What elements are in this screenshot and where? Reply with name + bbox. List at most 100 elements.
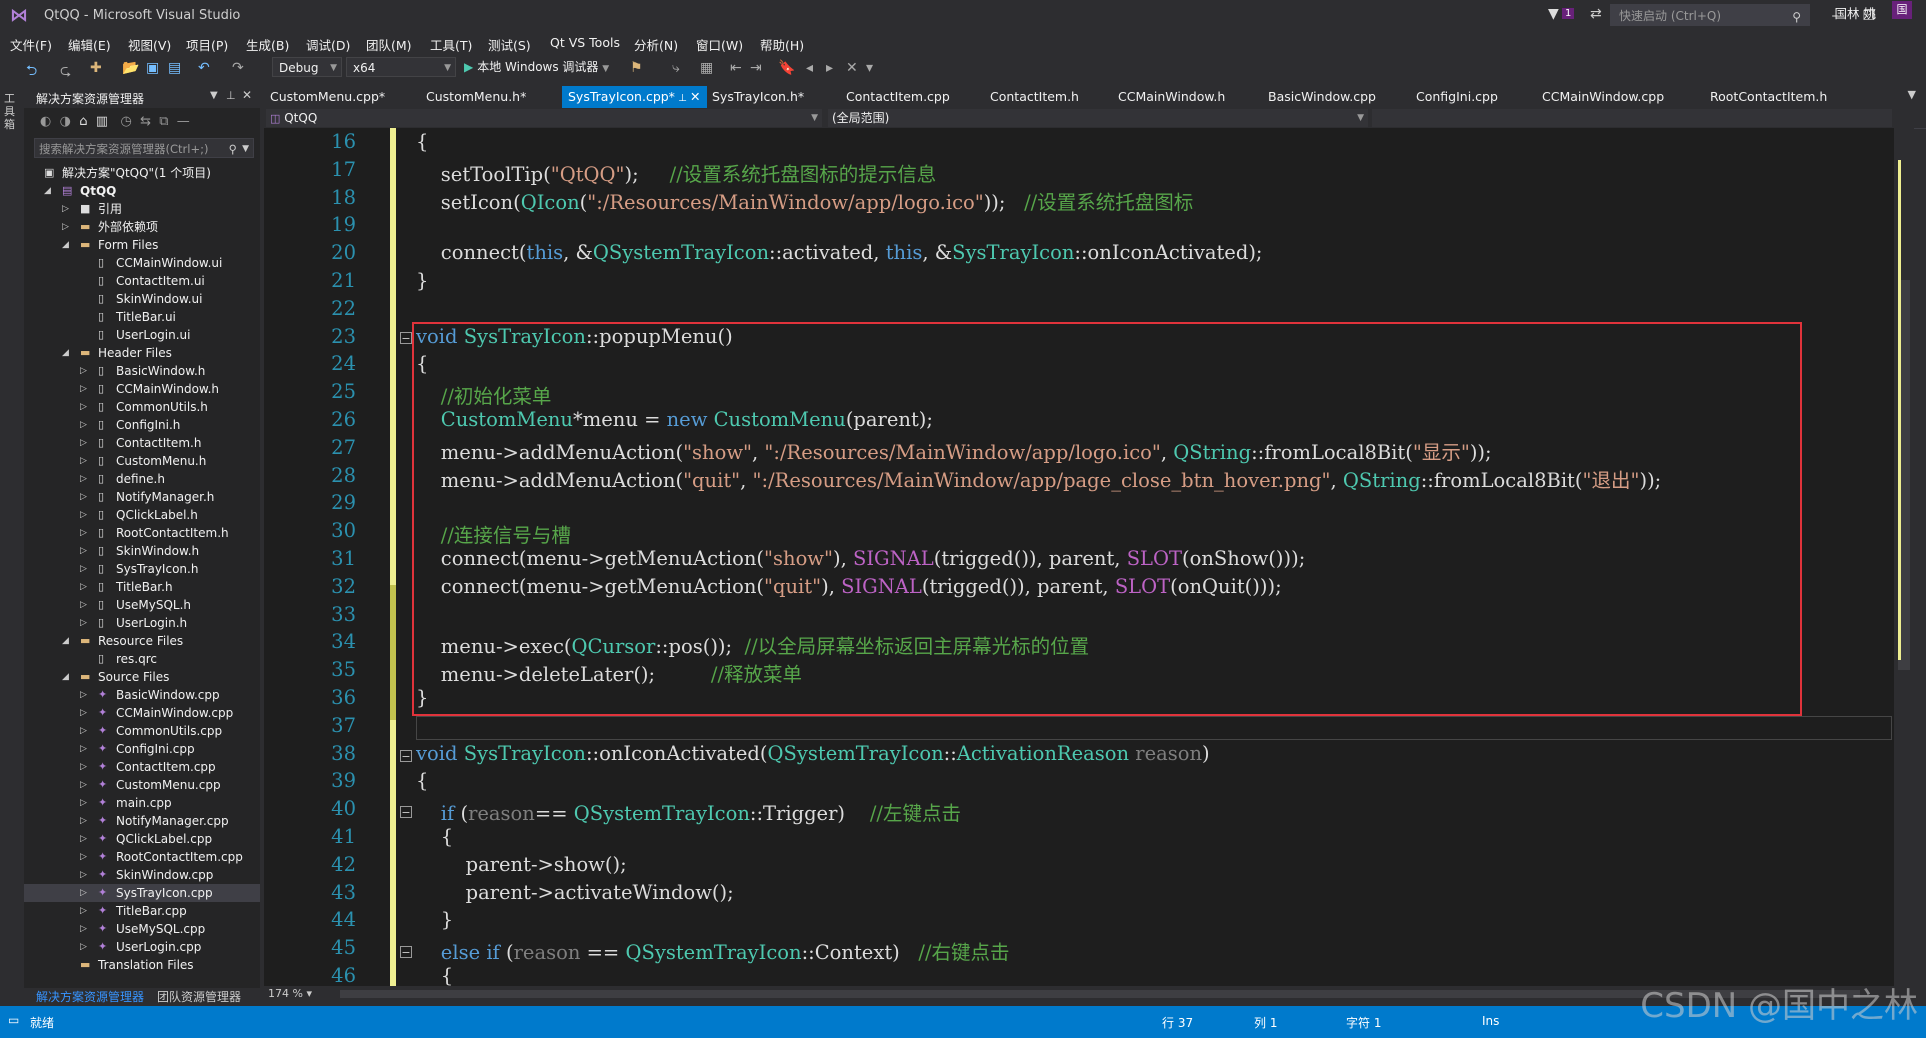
menu-item[interactable]: 测试(S) (488, 35, 531, 54)
feedback-icon[interactable]: ⇄ (1590, 6, 1602, 22)
save-all-icon[interactable]: ▤ (168, 60, 181, 76)
expand-arrow-icon[interactable]: ▷ (80, 560, 87, 578)
tree-item[interactable]: ▯ CCMainWindow.ui (24, 254, 260, 272)
expand-arrow-icon[interactable]: ▷ (80, 902, 87, 920)
expand-arrow-icon[interactable]: ▷ (62, 200, 69, 218)
toolbar-options-icon[interactable]: ▾ (866, 60, 873, 76)
tree-item[interactable]: ▷ ▯ define.h (24, 470, 260, 488)
tree-item[interactable]: ▷ ✦ CustomMenu.cpp (24, 776, 260, 794)
expand-arrow-icon[interactable]: ▷ (80, 524, 87, 542)
collapse-arrow-icon[interactable]: ◢ (62, 236, 69, 254)
tree-item[interactable]: ▷ ✦ CCMainWindow.cpp (24, 704, 260, 722)
outdent-icon[interactable]: ⇤ (730, 60, 742, 76)
panel-close-icon[interactable]: ✕ (242, 88, 252, 102)
collapse-icon[interactable]: − (400, 750, 412, 762)
tree-item[interactable]: ▷ ✦ TitleBar.cpp (24, 902, 260, 920)
menu-item[interactable]: 编辑(E) (68, 35, 111, 54)
expand-arrow-icon[interactable]: ▷ (80, 488, 87, 506)
expand-arrow-icon[interactable]: ▷ (80, 920, 87, 938)
toolbox-tab[interactable]: 工具箱 (4, 92, 20, 131)
expand-arrow-icon[interactable]: ▷ (80, 452, 87, 470)
save-icon[interactable]: ▣ (146, 60, 159, 76)
expand-arrow-icon[interactable]: ▷ (80, 938, 87, 956)
indent-icon[interactable]: ⇥ (750, 60, 762, 76)
menu-item[interactable]: 分析(N) (634, 35, 678, 54)
expand-arrow-icon[interactable]: ▷ (80, 542, 87, 560)
next-bookmark-icon[interactable]: ▸ (826, 60, 833, 76)
code-line[interactable]: setToolTip("QtQQ"); //设置系统托盘图标的提示信息 (416, 158, 937, 187)
menu-item[interactable]: Qt VS Tools (550, 35, 620, 50)
pin-icon[interactable]: ⊥ (675, 93, 690, 104)
expand-arrow-icon[interactable]: ▷ (80, 380, 87, 398)
tree-item[interactable]: ▷ ▯ CustomMenu.h (24, 452, 260, 470)
tree-item[interactable]: ▷ ✦ ConfigIni.cpp (24, 740, 260, 758)
new-project-icon[interactable]: ✚ (90, 60, 102, 76)
expand-arrow-icon[interactable]: ▷ (80, 596, 87, 614)
redo-icon[interactable]: ↷ (232, 60, 244, 76)
tab-document[interactable]: CCMainWindow.h (1112, 86, 1231, 108)
tree-item[interactable]: ▷ ▯ TitleBar.h (24, 578, 260, 596)
quick-launch-input[interactable]: 快速启动 (Ctrl+Q) ⚲ (1610, 4, 1810, 26)
tab-document[interactable]: ConfigIni.cpp (1410, 86, 1504, 108)
expand-arrow-icon[interactable]: ▷ (80, 704, 87, 722)
forward-icon[interactable]: ◑ (60, 114, 71, 129)
tab-document[interactable]: RootContactItem.h (1704, 86, 1833, 108)
tree-item[interactable]: ▯ UserLogin.ui (24, 326, 260, 344)
tree-item[interactable]: ▷ ✦ NotifyManager.cpp (24, 812, 260, 830)
expand-arrow-icon[interactable]: ▷ (62, 218, 69, 236)
tab-team-explorer[interactable]: 团队资源管理器 (157, 988, 241, 1005)
tree-item[interactable]: ▷ ▯ CommonUtils.h (24, 398, 260, 416)
start-debugging-button[interactable]: ▶ 本地 Windows 调试器 ▼ (464, 58, 609, 75)
back-icon[interactable]: ◐ (40, 114, 51, 129)
code-line[interactable]: { (416, 769, 428, 792)
menu-item[interactable]: 窗口(W) (696, 35, 743, 54)
prev-bookmark-icon[interactable]: ◂ (806, 60, 813, 76)
expand-arrow-icon[interactable]: ▷ (80, 884, 87, 902)
code-line[interactable]: connect(this, &QSystemTrayIcon::activate… (416, 241, 1263, 264)
code-line[interactable]: setIcon(QIcon(":/Resources/MainWindow/ap… (416, 186, 1193, 215)
tree-item[interactable]: ◢ ▬ Source Files (24, 668, 260, 686)
expand-arrow-icon[interactable]: ▷ (80, 830, 87, 848)
platform-select[interactable]: x64 ▼ (346, 57, 456, 77)
code-line[interactable]: { (416, 825, 453, 848)
panel-menu-icon[interactable]: ▼ (210, 90, 218, 101)
code-line[interactable]: { (416, 130, 428, 153)
tab-close-icon[interactable]: ✕ (690, 89, 700, 104)
tree-item[interactable]: ▷ ✦ main.cpp (24, 794, 260, 812)
collapse-arrow-icon[interactable]: ◢ (62, 632, 69, 650)
collapse-icon[interactable]: − (400, 806, 412, 818)
tree-item[interactable]: ▷ ✦ CommonUtils.cpp (24, 722, 260, 740)
menu-item[interactable]: 调试(D) (306, 35, 350, 54)
tree-item[interactable]: ◢ ▬ Header Files (24, 344, 260, 362)
expand-arrow-icon[interactable]: ▷ (80, 506, 87, 524)
expand-arrow-icon[interactable]: ▷ (80, 434, 87, 452)
expand-arrow-icon[interactable]: ▷ (80, 740, 87, 758)
expand-arrow-icon[interactable]: ▷ (80, 578, 87, 596)
code-line[interactable]: void SysTrayIcon::onIconActivated(QSyste… (416, 742, 1210, 765)
tree-item[interactable]: ◢ ▤ QtQQ (24, 182, 260, 200)
tab-document[interactable]: CustomMenu.h* (420, 86, 532, 108)
search-icon[interactable]: ⚲ (229, 139, 237, 159)
tree-item[interactable]: ▷ ✦ QClickLabel.cpp (24, 830, 260, 848)
switch-views-icon[interactable]: ▥ (96, 114, 108, 129)
tab-document[interactable]: BasicWindow.cpp (1262, 86, 1382, 108)
menu-item[interactable]: 视图(V) (128, 35, 171, 54)
tree-item[interactable]: ▷ ✦ UseMySQL.cpp (24, 920, 260, 938)
clear-bookmarks-icon[interactable]: ✕ (846, 60, 858, 76)
tree-item[interactable]: ▷ ✦ UserLogin.cpp (24, 938, 260, 956)
menu-item[interactable]: 项目(P) (186, 35, 228, 54)
forward-icon[interactable]: ⮎ (60, 60, 71, 84)
tree-item[interactable]: ▷ ▯ QClickLabel.h (24, 506, 260, 524)
undo-icon[interactable]: ↶ (198, 60, 210, 76)
tree-item[interactable]: ▯ TitleBar.ui (24, 308, 260, 326)
tree-item[interactable]: ▬ Translation Files (24, 956, 260, 974)
notification-count-badge[interactable]: 1 (1562, 8, 1575, 19)
code-line[interactable]: if (reason== QSystemTrayIcon::Trigger) /… (416, 797, 961, 826)
avatar[interactable]: 国 (1892, 1, 1912, 19)
collapse-icon[interactable]: − (400, 332, 412, 344)
tab-document[interactable]: ContactItem.h (984, 86, 1085, 108)
member-select[interactable] (1372, 109, 1892, 127)
expand-arrow-icon[interactable]: ▷ (80, 722, 87, 740)
tree-item[interactable]: ▷ ✦ RootContactItem.cpp (24, 848, 260, 866)
tab-solution-explorer[interactable]: 解决方案资源管理器 (36, 988, 144, 1005)
